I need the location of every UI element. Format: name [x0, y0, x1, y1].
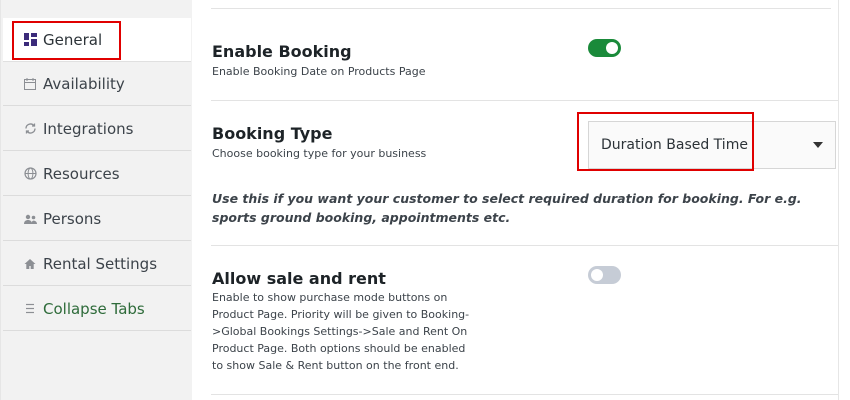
divider [211, 394, 838, 395]
toggle-knob [591, 269, 603, 281]
allow-sale-rent-toggle[interactable] [588, 266, 621, 284]
tab-availability-label: Availability [43, 74, 125, 93]
tab-general[interactable]: General [3, 18, 191, 62]
tab-resources[interactable]: Resources [3, 152, 191, 196]
globe-icon [23, 167, 37, 181]
booking-type-selected-value: Duration Based Time [601, 137, 748, 153]
divider [211, 245, 838, 246]
caret-down-icon [813, 142, 823, 148]
people-icon [23, 212, 37, 226]
allow-sale-rent-title: Allow sale and rent [212, 269, 386, 288]
settings-sidebar: General Availability Integrations Resour… [0, 0, 192, 400]
booking-type-title: Booking Type [212, 124, 333, 143]
menu-lines-icon [23, 302, 37, 316]
description-line: Product Page. Priority will be given to … [212, 308, 470, 321]
tab-rental-settings-label: Rental Settings [43, 254, 158, 273]
sync-icon [23, 122, 37, 136]
tab-integrations-label: Integrations [43, 119, 134, 138]
tab-persons[interactable]: Persons [3, 197, 191, 241]
tab-availability[interactable]: Availability [3, 62, 191, 106]
booking-type-description: Choose booking type for your business [212, 147, 427, 160]
booking-type-hint: Use this if you want your customer to se… [212, 191, 802, 225]
booking-type-select[interactable]: Duration Based Time [588, 121, 836, 169]
description-line: >Global Bookings Settings->Sale and Rent… [212, 325, 468, 338]
enable-booking-toggle[interactable] [588, 39, 621, 57]
allow-sale-rent-description: Enable to show purchase mode buttons on … [212, 289, 469, 374]
calendar-icon [23, 77, 37, 91]
right-edge-line [838, 0, 839, 400]
divider [211, 100, 838, 101]
tab-general-label: General [43, 30, 103, 49]
home-icon [23, 257, 37, 271]
description-line: Enable to show purchase mode buttons on [212, 291, 448, 304]
enable-booking-title: Enable Booking [212, 42, 352, 61]
tab-collapse-tabs[interactable]: Collapse Tabs [3, 287, 191, 331]
dashboard-grid-icon [23, 33, 37, 47]
top-divider [211, 8, 831, 9]
tab-integrations[interactable]: Integrations [3, 107, 191, 151]
tab-resources-label: Resources [43, 164, 120, 183]
toggle-knob [606, 42, 618, 54]
description-line: to show Sale & Rent button on the front … [212, 359, 459, 372]
enable-booking-description: Enable Booking Date on Products Page [212, 65, 426, 78]
tab-collapse-tabs-label: Collapse Tabs [43, 299, 145, 318]
tab-rental-settings[interactable]: Rental Settings [3, 242, 191, 286]
description-line: Product Page. Both options should be ena… [212, 342, 466, 355]
settings-panel: Enable Booking Enable Booking Date on Pr… [191, 0, 850, 400]
tab-persons-label: Persons [43, 209, 102, 228]
